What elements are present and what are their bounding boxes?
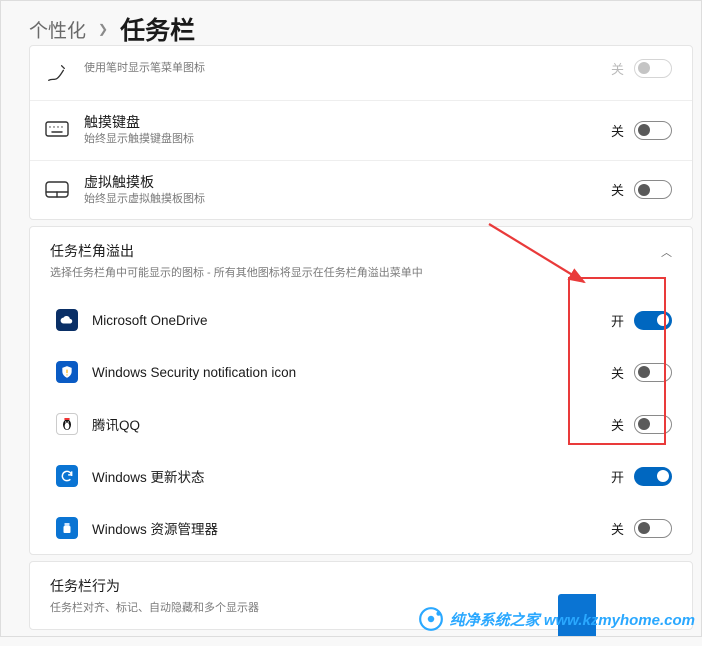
- overflow-item-qq[interactable]: 腾讯QQ关: [30, 398, 692, 450]
- chevron-right-icon: ❯: [98, 22, 108, 36]
- overflow-list: Microsoft OneDrive开Windows Security noti…: [30, 294, 692, 554]
- overflow-item-label: Windows 更新状态: [92, 466, 611, 486]
- qq-icon: [56, 413, 78, 435]
- section-desc: 选择任务栏角中可能显示的图标 - 所有其他图标将显示在任务栏角溢出菜单中: [50, 264, 661, 280]
- overflow-item-label: Windows 资源管理器: [92, 518, 611, 538]
- section-texts: 任务栏角溢出 选择任务栏角中可能显示的图标 - 所有其他图标将显示在任务栏角溢出…: [50, 241, 661, 280]
- overflow-item-onedrive[interactable]: Microsoft OneDrive开: [30, 294, 692, 346]
- watermark-bluebar: [558, 594, 596, 636]
- toggle-state-label: 关: [611, 415, 624, 434]
- toggle-qq[interactable]: [634, 415, 672, 434]
- section-header-overflow[interactable]: 任务栏角溢出 选择任务栏角中可能显示的图标 - 所有其他图标将显示在任务栏角溢出…: [30, 227, 692, 294]
- section-title: 任务栏角溢出: [50, 241, 661, 261]
- overflow-item-explorer[interactable]: Windows 资源管理器关: [30, 502, 692, 554]
- overflow-item-update[interactable]: Windows 更新状态开: [30, 450, 692, 502]
- keyboard-icon: [44, 117, 70, 143]
- toggle-state-label: 关: [611, 121, 624, 140]
- toggle-control: 关: [611, 180, 672, 199]
- row-pen-menu[interactable]: 使用笔时显示笔菜单图标 关: [30, 46, 692, 100]
- overflow-item-label: Microsoft OneDrive: [92, 313, 611, 328]
- panel-overflow: 任务栏角溢出 选择任务栏角中可能显示的图标 - 所有其他图标将显示在任务栏角溢出…: [29, 226, 693, 555]
- pen-icon: [44, 60, 70, 86]
- toggle-pen[interactable]: [634, 59, 672, 78]
- row-virtual-touchpad[interactable]: 虚拟触摸板 始终显示虚拟触摸板图标 关: [30, 160, 692, 220]
- toggle-sec[interactable]: [634, 363, 672, 382]
- toggle-virtual-touchpad[interactable]: [634, 180, 672, 199]
- toggle-control: 开: [611, 467, 672, 486]
- touchpad-icon: [44, 177, 70, 203]
- update-icon: [56, 465, 78, 487]
- content: 使用笔时显示笔菜单图标 关 触摸键盘 始终显示触摸键盘图标 关: [1, 45, 701, 646]
- panel-corner-icons: 使用笔时显示笔菜单图标 关 触摸键盘 始终显示触摸键盘图标 关: [29, 45, 693, 220]
- overflow-item-sec[interactable]: Windows Security notification icon关: [30, 346, 692, 398]
- overflow-item-label: Windows Security notification icon: [92, 365, 611, 380]
- row-touch-keyboard[interactable]: 触摸键盘 始终显示触摸键盘图标 关: [30, 100, 692, 160]
- sec-icon: [56, 361, 78, 383]
- toggle-state-label: 关: [611, 363, 624, 382]
- row-texts: 触摸键盘 始终显示触摸键盘图标: [84, 113, 611, 148]
- toggle-control: 关: [611, 519, 672, 538]
- toggle-control: 关: [611, 121, 672, 140]
- toggle-onedrive[interactable]: [634, 311, 672, 330]
- row-desc: 始终显示触摸键盘图标: [84, 132, 611, 147]
- toggle-control: 关: [611, 415, 672, 434]
- row-desc: 使用笔时显示笔菜单图标: [84, 61, 611, 76]
- toggle-update[interactable]: [634, 467, 672, 486]
- toggle-touch-keyboard[interactable]: [634, 121, 672, 140]
- chevron-up-icon: ︿: [661, 244, 672, 260]
- toggle-control: 关: [611, 59, 672, 78]
- row-texts: 虚拟触摸板 始终显示虚拟触摸板图标: [84, 173, 611, 208]
- toggle-state-label: 关: [611, 519, 624, 538]
- page-title: 任务栏: [120, 11, 195, 47]
- row-title: 触摸键盘: [84, 113, 611, 131]
- row-title: 虚拟触摸板: [84, 173, 611, 191]
- toggle-state-label: 关: [611, 180, 624, 199]
- toggle-state-label: 开: [611, 467, 624, 486]
- explorer-icon: [56, 517, 78, 539]
- onedrive-icon: [56, 309, 78, 331]
- overflow-item-label: 腾讯QQ: [92, 414, 611, 434]
- toggle-control: 开: [611, 311, 672, 330]
- toggle-state-label: 关: [611, 59, 624, 78]
- breadcrumb-parent[interactable]: 个性化: [29, 16, 86, 43]
- toggle-explorer[interactable]: [634, 519, 672, 538]
- row-desc: 始终显示虚拟触摸板图标: [84, 192, 611, 207]
- toggle-control: 关: [611, 363, 672, 382]
- toggle-state-label: 开: [611, 311, 624, 330]
- row-texts: 使用笔时显示笔菜单图标: [84, 60, 611, 76]
